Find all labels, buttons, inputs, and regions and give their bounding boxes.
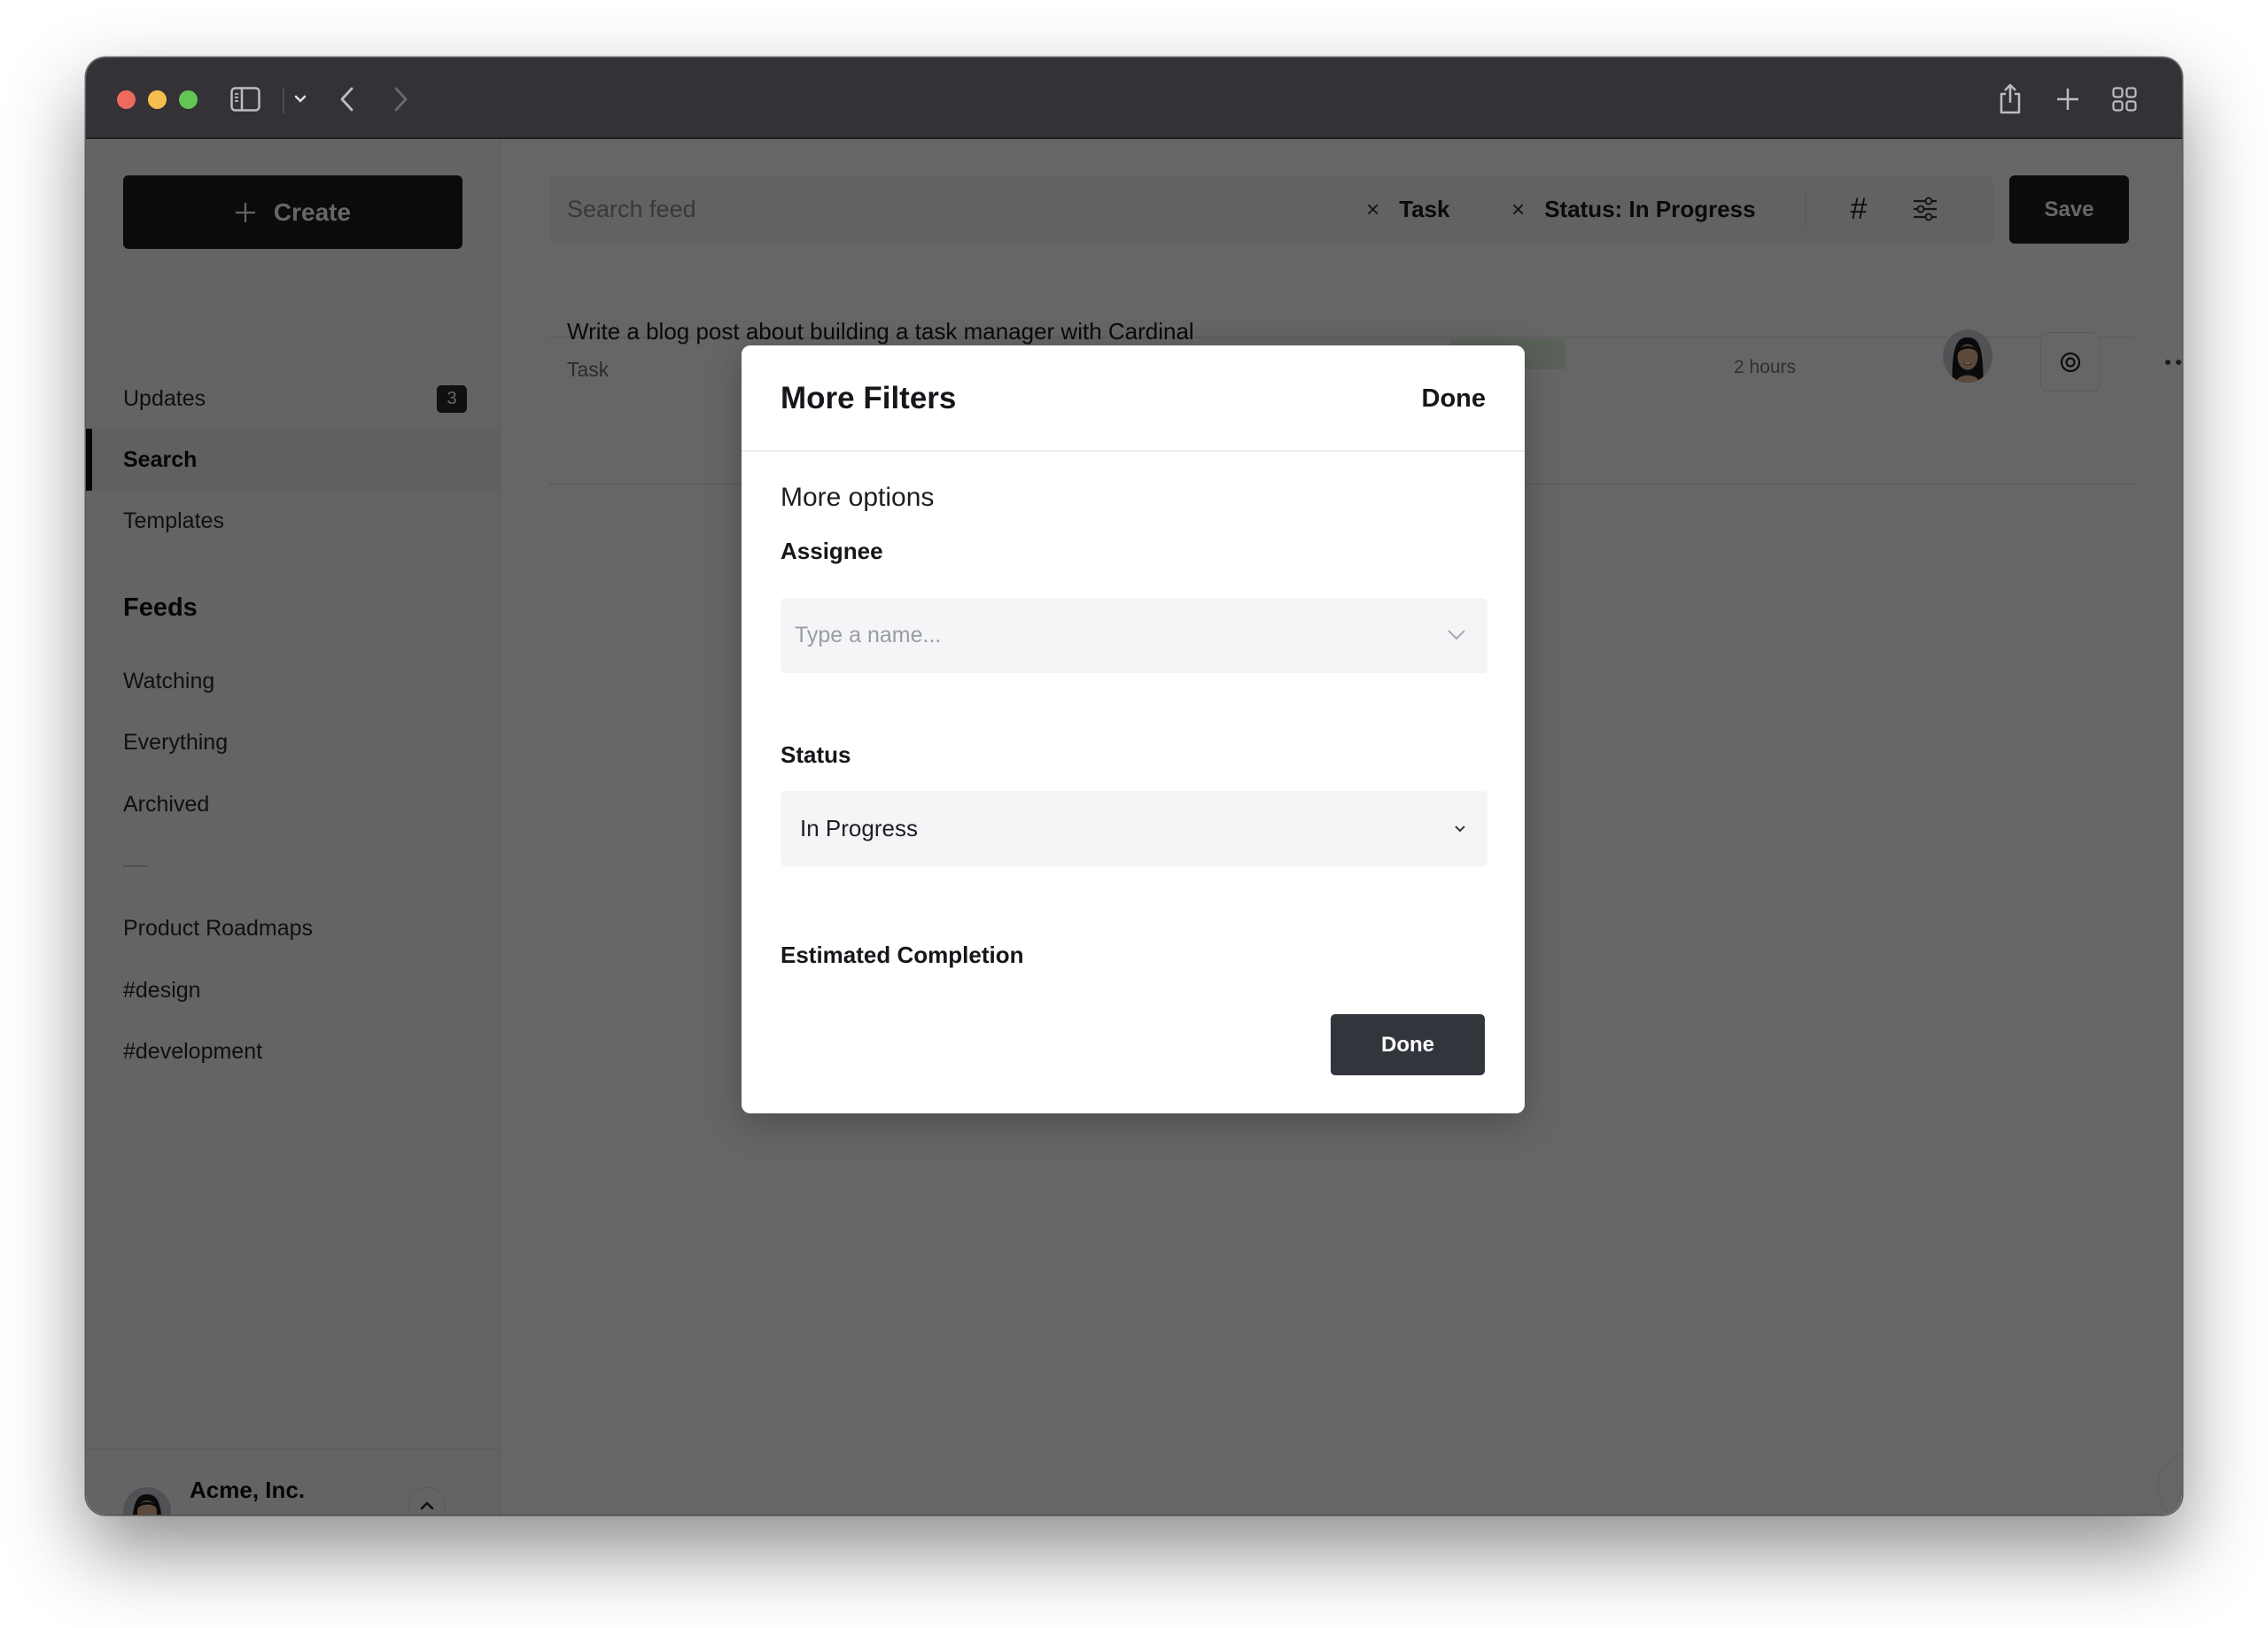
minimize-window-button[interactable] [148, 90, 167, 109]
assignee-placeholder: Type a name... [795, 623, 942, 647]
more-filters-dialog: More Filters Done More options Assignee … [742, 345, 1525, 1113]
dialog-done-link[interactable]: Done [1422, 384, 1487, 414]
dialog-subtitle: More options [781, 483, 935, 512]
dialog-header: More Filters Done [742, 345, 1525, 452]
assignee-combobox[interactable]: Type a name... [781, 598, 1487, 673]
dialog-title: More Filters [781, 381, 957, 415]
chevron-down-icon [1455, 826, 1465, 833]
back-icon[interactable] [334, 82, 361, 116]
chevron-down-icon [1448, 630, 1465, 640]
close-window-button[interactable] [117, 90, 136, 109]
sidebar-toggle-icon[interactable] [228, 82, 263, 116]
tab-overview-icon[interactable] [2109, 82, 2140, 116]
status-select[interactable]: In Progress [781, 791, 1487, 866]
forward-icon[interactable] [387, 82, 414, 116]
share-icon[interactable] [1995, 82, 2025, 116]
title-bar [86, 58, 2182, 139]
status-label: Status [781, 741, 851, 768]
titlebar-separator [283, 88, 284, 114]
status-select-value: In Progress [800, 815, 918, 841]
maximize-window-button[interactable] [179, 90, 198, 109]
assignee-label: Assignee [781, 538, 883, 564]
estimated-completion-label: Estimated Completion [781, 942, 1024, 968]
chevron-down-icon[interactable] [290, 82, 311, 116]
new-tab-icon[interactable] [2053, 82, 2083, 116]
done-button[interactable]: Done [1331, 1014, 1485, 1075]
